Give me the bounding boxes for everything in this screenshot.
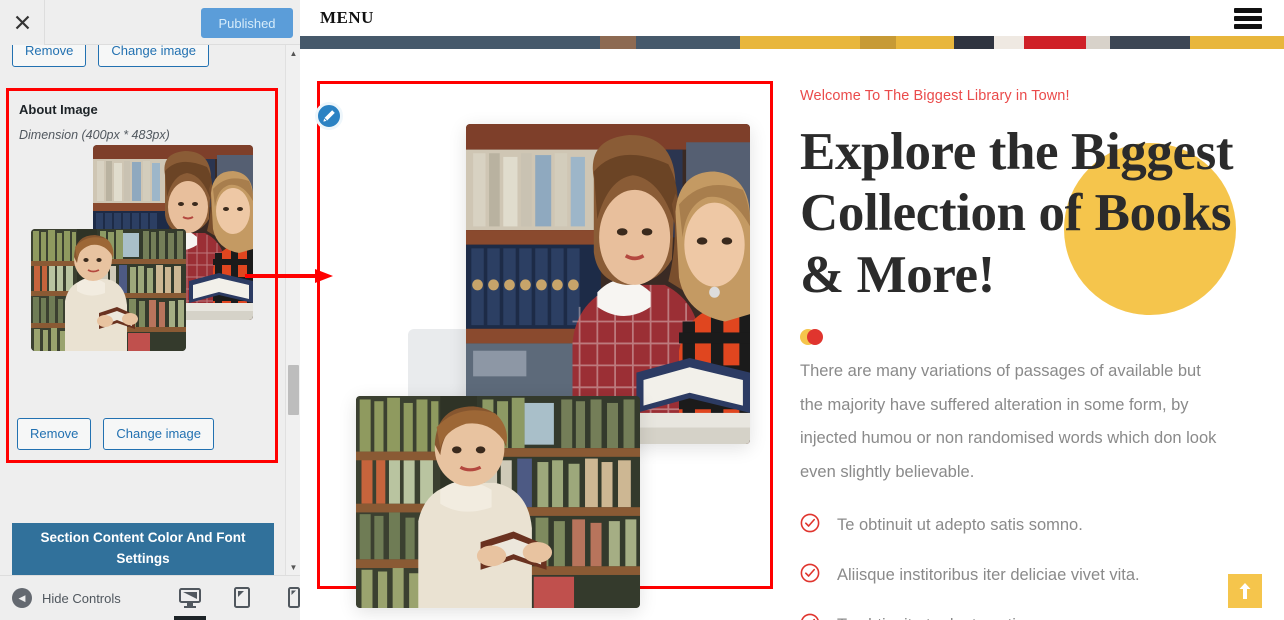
image-actions-top: Remove Change image: [12, 45, 209, 68]
site-preview-pane: MENU Welcome To The Biggest Library in T…: [300, 0, 1284, 620]
change-image-button-top[interactable]: Change image: [98, 45, 209, 68]
section-headline: Explore the Biggest Collection of Books …: [800, 123, 1234, 304]
check-circle-icon: [800, 563, 820, 588]
chevron-up-icon[interactable]: ▲: [286, 45, 301, 61]
device-preview-buttons: [170, 575, 314, 620]
hamburger-icon[interactable]: [1234, 8, 1262, 29]
list-item: Te obtinuit ut adepto satis somno.: [800, 513, 1250, 538]
menu-label[interactable]: MENU: [320, 8, 374, 28]
customizer-sidebar: Published Remove Change image About Imag…: [0, 0, 300, 620]
customizer-topbar: Published: [0, 0, 300, 45]
collage-photo-woman-thumb: [31, 229, 186, 351]
annotation-arrow: [245, 269, 333, 283]
list-item-label: Aliisque institoribus iter deliciae vive…: [837, 566, 1140, 585]
hero-image-strip: [300, 36, 1284, 49]
check-circle-icon: [800, 513, 820, 538]
check-circle-icon: [800, 613, 820, 620]
remove-button[interactable]: Remove: [17, 417, 92, 450]
about-image-panel: About Image Dimension (400px * 483px) Re…: [6, 88, 278, 463]
pencil-edit-icon[interactable]: [315, 102, 343, 130]
hide-controls-button[interactable]: ◀ Hide Controls: [12, 588, 121, 608]
section-eyebrow-heading: Welcome To The Biggest Library in Town!: [800, 88, 1070, 104]
customizer-scroll-area: Remove Change image About Image Dimensio…: [0, 45, 285, 575]
desktop-icon: [179, 587, 201, 608]
list-item: Te obtinuit ut adepto satis somno.: [800, 613, 1250, 620]
publish-button[interactable]: Published: [201, 8, 293, 38]
close-icon[interactable]: [0, 0, 45, 45]
sidebar-scrollbar[interactable]: ▲ ▼: [285, 45, 300, 575]
collapse-arrow-icon: ◀: [12, 588, 32, 608]
about-image-actions: Remove Change image: [17, 417, 214, 450]
about-image-thumbnail: [17, 139, 267, 404]
section-paragraph: There are many variations of passages of…: [800, 362, 1217, 481]
scrollbar-thumb[interactable]: [288, 365, 299, 415]
mobile-icon: [288, 587, 300, 608]
hide-controls-label: Hide Controls: [42, 590, 121, 606]
red-dot-icon: [807, 329, 823, 346]
dot-decoration: [800, 329, 832, 346]
customizer-bottom-bar: ◀ Hide Controls: [0, 575, 300, 620]
back-to-top-button[interactable]: [1228, 574, 1262, 608]
tablet-preview-button[interactable]: [222, 576, 262, 620]
collage-photo-woman: [356, 396, 640, 608]
feature-list: Te obtinuit ut adepto satis somno. Aliis…: [800, 513, 1250, 620]
about-image-title: About Image: [19, 102, 98, 117]
about-content-column: Welcome To The Biggest Library in Town! …: [800, 88, 1250, 620]
chevron-down-icon[interactable]: ▼: [286, 559, 301, 575]
image-collage: [320, 84, 770, 608]
about-image-preview-region[interactable]: [315, 81, 773, 608]
desktop-preview-button[interactable]: [170, 576, 210, 620]
list-item: Aliisque institoribus iter deliciae vive…: [800, 563, 1250, 588]
section-content-color-font-settings-button[interactable]: Section Content Color And Font Settings: [12, 523, 274, 575]
tablet-icon: [234, 587, 250, 608]
site-header: MENU: [300, 0, 1284, 36]
arrow-up-icon: [1239, 583, 1251, 599]
list-item-label: Te obtinuit ut adepto satis somno.: [837, 616, 1083, 620]
change-image-button[interactable]: Change image: [103, 417, 214, 450]
app-root: Published Remove Change image About Imag…: [0, 0, 1284, 620]
remove-button-top[interactable]: Remove: [12, 45, 87, 68]
list-item-label: Te obtinuit ut adepto satis somno.: [837, 516, 1083, 535]
